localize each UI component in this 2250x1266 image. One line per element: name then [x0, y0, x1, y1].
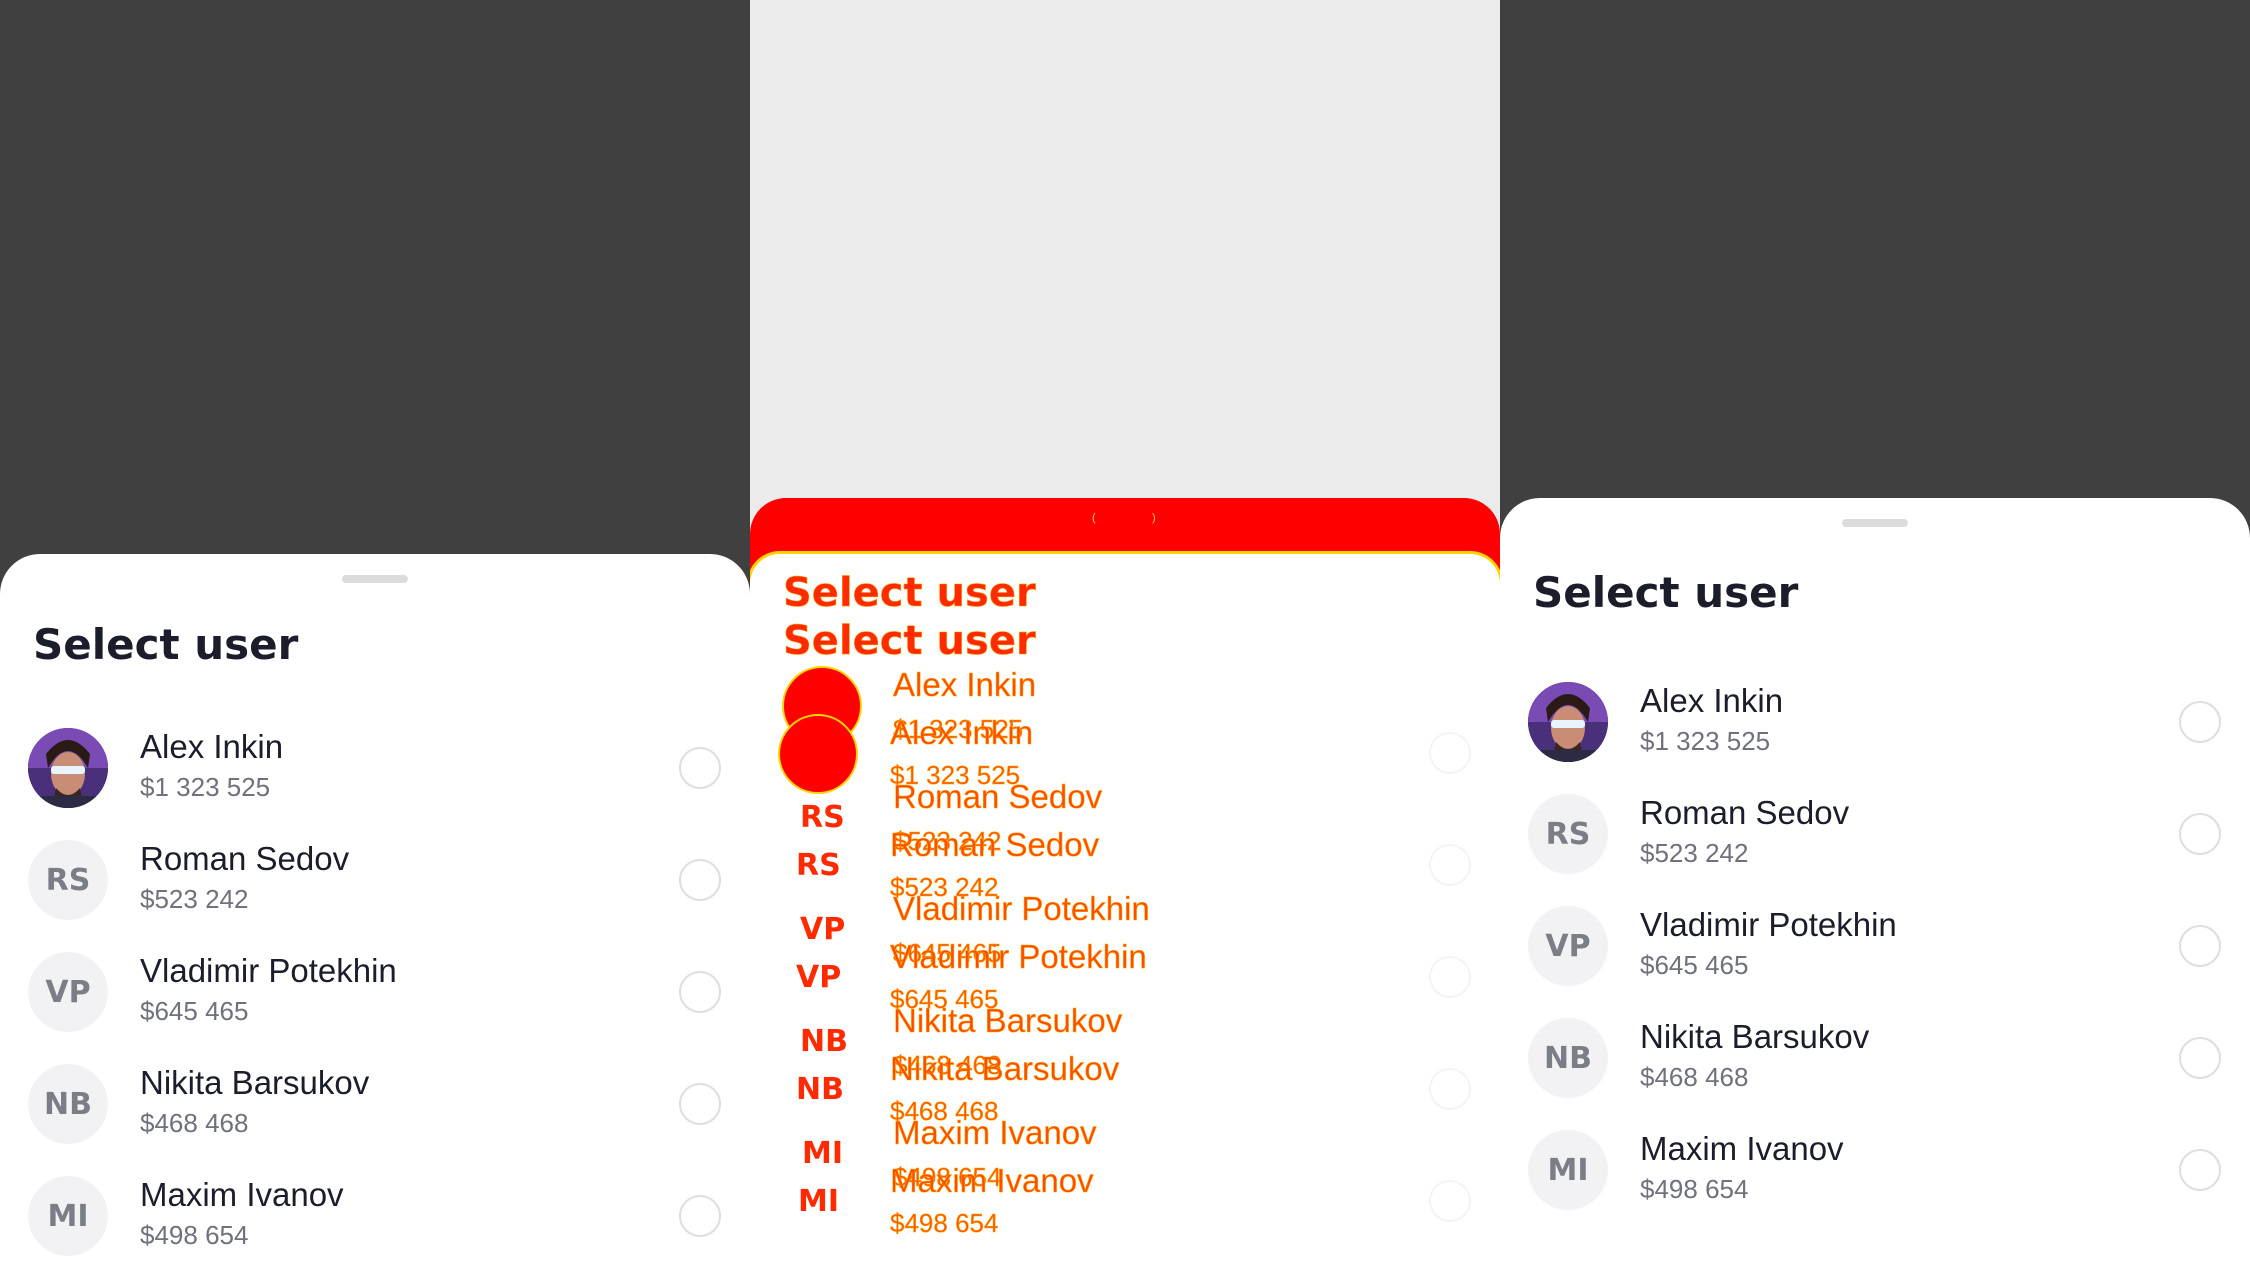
avatar-initials: VP — [28, 952, 108, 1032]
ghost-radio — [1429, 956, 1471, 998]
overlay-initials: MI — [802, 1136, 844, 1171]
user-amount: $523 242 — [1640, 838, 1749, 868]
overlay-name: Vladimir Potekhin — [890, 938, 1147, 976]
avatar-initials: MI — [1528, 1130, 1608, 1210]
avatar-initials: MI — [28, 1176, 108, 1256]
select-radio[interactable] — [2179, 813, 2221, 855]
overlay-initials: NB — [800, 1024, 848, 1059]
avatar-initials: NB — [28, 1064, 108, 1144]
overlay-name: Alex Inkin — [890, 714, 1034, 752]
overlay-initials: RS — [796, 848, 841, 883]
user-photo-icon — [28, 728, 108, 808]
overlay-amount: $498 654 — [890, 1208, 999, 1239]
avatar-initials: NB — [1528, 1018, 1608, 1098]
user-amount: $645 465 — [1640, 950, 1749, 980]
user-row-nikita-barsukov[interactable]: NB Nikita Barsukov $468 468 — [0, 1048, 750, 1160]
overlay-name: Alex Inkin — [893, 666, 1037, 704]
sheet-grabber[interactable] — [342, 575, 408, 583]
overlay-initials: VP — [796, 960, 842, 995]
user-row-maxim-ivanov[interactable]: MI Maxim Ivanov $498 654 — [1500, 1114, 2250, 1226]
overlay-initials: RS — [800, 800, 845, 835]
screen-sheet-expanded: Select user Alex Inkin $1 323 525 RS Rom… — [1500, 0, 2250, 1266]
user-name: Maxim Ivanov — [1640, 1130, 1844, 1167]
select-radio[interactable] — [679, 971, 721, 1013]
user-name: Vladimir Potekhin — [140, 952, 397, 989]
sheet-grabber[interactable] — [1842, 519, 1908, 527]
user-row-roman-sedov[interactable]: RS Roman Sedov $523 242 — [1500, 778, 2250, 890]
user-row-nikita-barsukov[interactable]: NB Nikita Barsukov $468 468 — [1500, 1002, 2250, 1114]
user-row-roman-sedov[interactable]: RS Roman Sedov $523 242 — [0, 824, 750, 936]
overlay-initials: VP — [800, 912, 846, 947]
overlay-amount: $523 242 — [890, 872, 999, 903]
user-row-maxim-ivanov[interactable]: MI Maxim Ivanov $498 654 — [0, 1160, 750, 1266]
screen-transition-overlay: ( ) Select user Alex Inkin $1 323 525 RS… — [750, 0, 1500, 1266]
user-amount: $498 654 — [1640, 1174, 1749, 1204]
overlay-initials: MI — [798, 1184, 840, 1219]
ghost-radio — [1429, 844, 1471, 886]
screen-sheet-partial: Select user Alex Inkin $1 323 525 RS Rom… — [0, 0, 750, 1266]
overlay-name: Nikita Barsukov — [890, 1050, 1120, 1088]
overlay-amount: $468 468 — [890, 1096, 999, 1127]
user-name: Maxim Ivanov — [140, 1176, 344, 1213]
user-name: Vladimir Potekhin — [1640, 906, 1897, 943]
user-name: Nikita Barsukov — [140, 1064, 370, 1101]
user-name: Nikita Barsukov — [1640, 1018, 1870, 1055]
overlay-name: Maxim Ivanov — [890, 1162, 1094, 1200]
avatar — [1528, 682, 1608, 762]
user-amount: $468 468 — [1640, 1062, 1749, 1092]
bottom-sheet: Select user Alex Inkin $1 323 525 RS Rom… — [0, 554, 750, 1266]
select-radio[interactable] — [679, 1083, 721, 1125]
user-name: Roman Sedov — [140, 840, 350, 877]
avatar-initials: RS — [1528, 794, 1608, 874]
ghost-radio — [1429, 1180, 1471, 1222]
user-row-vladimir-potekhin[interactable]: VP Vladimir Potekhin $645 465 — [1500, 890, 2250, 1002]
overlay-title-expanded: Select user — [783, 570, 1036, 617]
bottom-sheet: Select user Alex Inkin $1 323 525 RS Rom… — [1500, 498, 2250, 1266]
user-photo-icon — [1528, 682, 1608, 762]
avatar — [28, 728, 108, 808]
select-radio[interactable] — [2179, 1037, 2221, 1079]
user-row-alex-inkin[interactable]: Alex Inkin $1 323 525 — [0, 712, 750, 824]
user-amount: $1 323 525 — [1640, 726, 1771, 756]
overlay-mark-left: ( — [1092, 512, 1096, 524]
sheet-title: Select user — [33, 620, 299, 669]
select-radio[interactable] — [2179, 925, 2221, 967]
overlay-mark-right: ) — [1152, 512, 1156, 524]
select-radio[interactable] — [2179, 1149, 2221, 1191]
avatar-initials: VP — [1528, 906, 1608, 986]
overlay-avatar — [778, 714, 858, 794]
overlay-initials: NB — [796, 1072, 844, 1107]
select-radio[interactable] — [679, 1195, 721, 1237]
user-row-alex-inkin[interactable]: Alex Inkin $1 323 525 — [1500, 666, 2250, 778]
overlay-title-collapsed: Select user — [783, 618, 1036, 665]
user-name: Roman Sedov — [1640, 794, 1850, 831]
select-radio[interactable] — [679, 747, 721, 789]
user-amount: $645 465 — [140, 996, 249, 1026]
select-radio[interactable] — [2179, 701, 2221, 743]
avatar-initials: RS — [28, 840, 108, 920]
user-name: Alex Inkin — [1640, 682, 1784, 719]
ghost-radio — [1429, 1068, 1471, 1110]
user-amount: $1 323 525 — [140, 772, 271, 802]
user-amount: $523 242 — [140, 884, 249, 914]
user-name: Alex Inkin — [140, 728, 284, 765]
select-radio[interactable] — [679, 859, 721, 901]
user-amount: $468 468 — [140, 1108, 249, 1138]
overlay-amount: $1 323 525 — [890, 760, 1021, 791]
user-row-vladimir-potekhin[interactable]: VP Vladimir Potekhin $645 465 — [0, 936, 750, 1048]
ghost-radio — [1429, 732, 1471, 774]
user-amount: $498 654 — [140, 1220, 249, 1250]
overlay-amount: $645 465 — [890, 984, 999, 1015]
overlay-name: Roman Sedov — [890, 826, 1100, 864]
sheet-title: Select user — [1533, 568, 1799, 617]
